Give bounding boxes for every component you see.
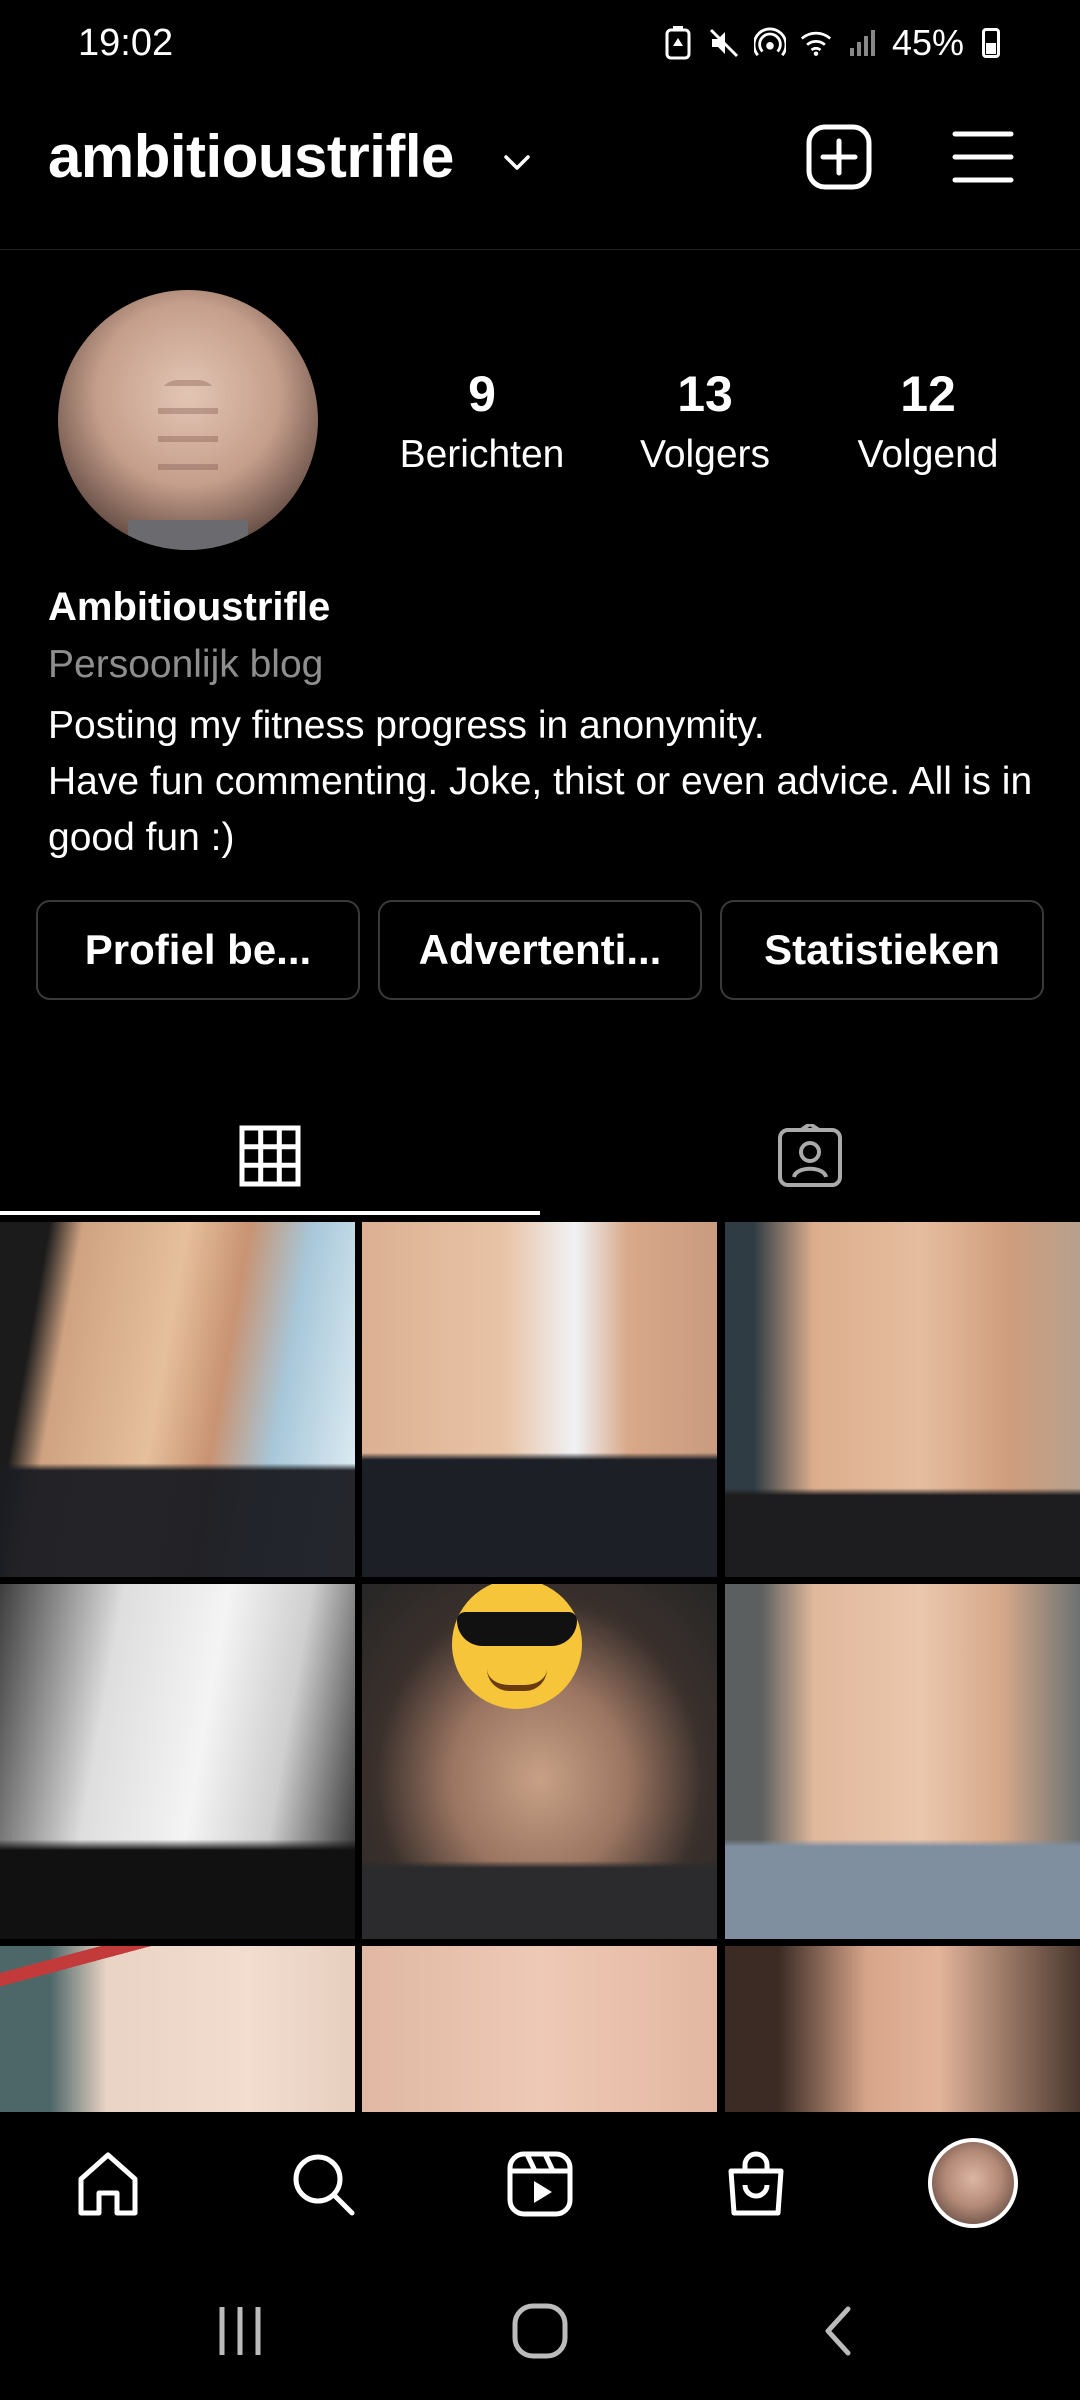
post-image xyxy=(0,1584,355,1939)
tab-grid[interactable] xyxy=(0,1095,540,1217)
post-thumbnail[interactable] xyxy=(362,1222,717,1577)
posts-grid xyxy=(0,1222,1080,2112)
battery-saver-icon xyxy=(662,25,694,61)
stat-followers-label: Volgers xyxy=(639,433,771,476)
post-thumbnail[interactable] xyxy=(0,1584,355,1939)
home-icon xyxy=(78,2152,138,2216)
recents-icon xyxy=(219,2307,261,2355)
wifi-icon xyxy=(800,25,832,61)
chevron-down-icon[interactable] xyxy=(500,145,534,179)
menu-button[interactable] xyxy=(946,120,1020,194)
avatar-image-detail xyxy=(158,380,218,490)
stat-followers-count: 13 xyxy=(677,366,733,422)
stat-posts-label: Berichten xyxy=(399,433,565,476)
profile-action-buttons: Profiel be... Advertenti... Statistieken xyxy=(36,900,1044,1000)
post-image xyxy=(0,1946,355,2112)
menu-icon xyxy=(952,131,1014,183)
post-thumbnail[interactable] xyxy=(362,1584,717,1939)
shop-icon xyxy=(728,2151,784,2216)
sunglasses-emoji-glasses xyxy=(457,1612,577,1646)
back-button[interactable] xyxy=(800,2296,880,2366)
post-thumbnail[interactable] xyxy=(725,1222,1080,1577)
active-tab-indicator xyxy=(0,1211,540,1215)
post-thumbnail[interactable] xyxy=(362,1946,717,2112)
display-name: Ambitioustrifle xyxy=(48,585,331,629)
signal-icon xyxy=(846,25,878,61)
system-home-button[interactable] xyxy=(500,2296,580,2366)
profile-avatar[interactable] xyxy=(928,2138,1018,2228)
back-icon xyxy=(825,2306,851,2356)
post-thumbnail[interactable] xyxy=(725,1946,1080,2112)
nav-reels[interactable] xyxy=(500,2144,580,2224)
nav-home[interactable] xyxy=(68,2144,148,2224)
post-image xyxy=(362,1222,717,1577)
nav-shop[interactable] xyxy=(716,2144,796,2224)
post-thumbnail[interactable] xyxy=(725,1584,1080,1939)
stat-following[interactable]: 12 Volgend xyxy=(828,365,1028,477)
stat-posts[interactable]: 9 Berichten xyxy=(382,365,582,477)
battery-percent: 45% xyxy=(891,22,964,63)
post-thumbnail[interactable] xyxy=(0,1222,355,1577)
edit-profile-button[interactable]: Profiel be... xyxy=(36,900,360,1000)
profile-avatar-large[interactable] xyxy=(58,290,318,550)
bottom-nav xyxy=(0,2112,1080,2256)
status-icons: 45% xyxy=(662,22,1000,64)
battery-icon xyxy=(982,28,1000,58)
ad-tools-button[interactable]: Advertenti... xyxy=(378,900,702,1000)
grid-icon xyxy=(239,1125,301,1187)
add-post-icon xyxy=(806,124,872,190)
post-thumbnail[interactable] xyxy=(0,1946,355,2112)
stat-following-count: 12 xyxy=(900,366,956,422)
mute-icon xyxy=(708,25,740,61)
search-icon xyxy=(293,2154,355,2216)
bio-line-2: Have fun commenting. Joke, thist or even… xyxy=(48,760,1033,859)
insights-button[interactable]: Statistieken xyxy=(720,900,1044,1000)
bio-line-1: Posting my fitness progress in anonymity… xyxy=(48,704,765,747)
hotspot-icon xyxy=(753,25,786,61)
add-post-button[interactable] xyxy=(802,120,876,194)
home-circle-icon xyxy=(512,2303,568,2359)
nav-search[interactable] xyxy=(283,2144,363,2224)
reels-icon xyxy=(507,2151,573,2217)
status-time: 19:02 xyxy=(78,22,174,64)
profile-category: Persoonlijk blog xyxy=(48,643,324,686)
profile-header: ambitioustrifle xyxy=(0,90,1080,250)
profile-tabs xyxy=(0,1095,1080,1217)
post-image xyxy=(0,1222,355,1577)
tagged-icon xyxy=(778,1124,842,1187)
post-image xyxy=(725,1222,1080,1577)
status-bar: 19:02 45% xyxy=(0,0,1080,90)
bio-text: Posting my fitness progress in anonymity… xyxy=(48,698,1038,866)
recents-button[interactable] xyxy=(200,2296,280,2366)
stat-followers[interactable]: 13 Volgers xyxy=(605,365,805,477)
tab-tagged[interactable] xyxy=(540,1095,1080,1217)
system-nav xyxy=(0,2256,1080,2400)
stat-posts-count: 9 xyxy=(468,366,496,422)
username-switcher[interactable]: ambitioustrifle xyxy=(48,122,454,191)
avatar-image-detail-lower xyxy=(128,520,248,550)
stat-following-label: Volgend xyxy=(857,433,999,476)
post-image xyxy=(725,1584,1080,1939)
